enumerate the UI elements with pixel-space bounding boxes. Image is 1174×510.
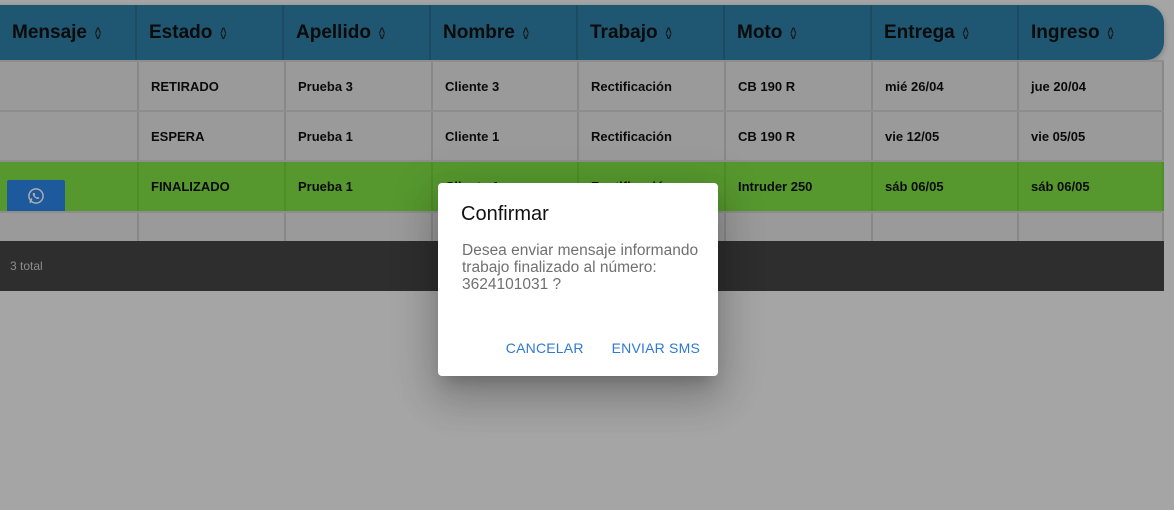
- confirm-dialog: Confirmar Desea enviar mensaje informand…: [438, 183, 718, 376]
- send-sms-button[interactable]: ENVIAR SMS: [610, 340, 702, 356]
- cancel-button[interactable]: CANCELAR: [504, 340, 586, 356]
- dialog-message: Desea enviar mensaje informando trabajo …: [462, 242, 699, 293]
- dialog-title: Confirmar: [461, 203, 549, 225]
- page: Mensaje ˄ ˅ Estado ˄ ˅ Apellido ˄ ˅ Nombre …: [0, 0, 1174, 510]
- dialog-actions: CANCELAR ENVIAR SMS: [504, 340, 702, 356]
